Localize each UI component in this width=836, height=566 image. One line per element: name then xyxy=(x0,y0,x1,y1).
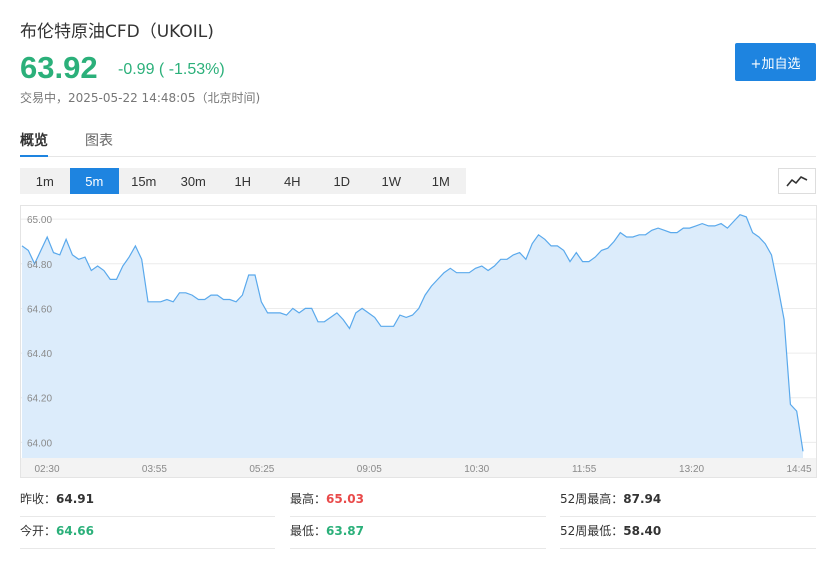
stat-value: 64.91 xyxy=(56,492,94,506)
instrument-title: 布伦特原油CFD（UKOIL) xyxy=(20,22,214,42)
period-5m[interactable]: 5m xyxy=(69,168,119,194)
stat-label: 昨收： xyxy=(20,492,57,506)
period-selector: 1m 5m 15m 30m 1H 4H 1D 1W 1M xyxy=(20,168,466,194)
y-tick-label: 64.40 xyxy=(27,349,52,360)
price-chart[interactable]: 65.00 64.80 64.60 64.40 64.20 64.00 02:30 03:55… xyxy=(20,205,817,478)
stat-prev-close: 昨收：64.91 xyxy=(20,485,275,517)
stat-value: 58.40 xyxy=(623,524,662,538)
stat-value: 64.66 xyxy=(56,524,94,538)
stat-52w-low: 52周最低：58.40 xyxy=(560,517,816,549)
stat-label: 今开： xyxy=(20,524,57,538)
stat-label: 52周最高： xyxy=(560,492,624,506)
period-30m[interactable]: 30m xyxy=(169,168,219,194)
period-15m[interactable]: 15m xyxy=(119,168,169,194)
y-tick-label: 65.00 xyxy=(27,215,52,226)
period-1m[interactable]: 1m xyxy=(20,168,70,194)
tab-chart[interactable]: 图表 xyxy=(85,130,113,157)
add-to-watchlist-button[interactable]: +加自选 xyxy=(735,43,816,81)
x-tick-label: 09:05 xyxy=(357,464,382,475)
stat-value: 63.87 xyxy=(326,524,364,538)
tab-overview[interactable]: 概览 xyxy=(20,130,48,157)
chart-type-button[interactable] xyxy=(778,168,816,194)
current-price: 63.92 xyxy=(20,50,98,85)
x-tick-label: 10:30 xyxy=(464,464,489,475)
period-1d[interactable]: 1D xyxy=(317,168,367,194)
x-tick-label: 14:45 xyxy=(786,464,811,475)
stat-value: 65.03 xyxy=(326,492,364,506)
y-tick-label: 64.20 xyxy=(27,394,52,405)
y-tick-label: 64.80 xyxy=(27,260,52,271)
price-chart-svg: 65.00 64.80 64.60 64.40 64.20 64.00 02:30 03:55… xyxy=(21,214,816,477)
y-tick-label: 64.00 xyxy=(27,438,52,449)
period-1w[interactable]: 1W xyxy=(367,168,417,194)
x-tick-label: 02:30 xyxy=(34,464,59,475)
stat-label: 最高： xyxy=(290,492,327,506)
x-tick-label: 03:55 xyxy=(142,464,167,475)
period-4h[interactable]: 4H xyxy=(268,168,318,194)
period-1h[interactable]: 1H xyxy=(218,168,268,194)
stat-open: 今开：64.66 xyxy=(20,517,275,549)
stat-low: 最低：63.87 xyxy=(290,517,546,549)
stat-value: 87.94 xyxy=(623,492,662,506)
stat-52w-high: 52周最高：87.94 xyxy=(560,485,816,517)
line-chart-icon xyxy=(786,176,808,187)
x-tick-label: 11:55 xyxy=(572,464,597,475)
x-tick-label: 13:20 xyxy=(679,464,704,475)
trading-status: 交易中，2025-05-22 14:48:05（北京时间) xyxy=(20,91,261,105)
price-change: -0.99 ( -1.53%) xyxy=(118,61,225,78)
x-tick-label: 05:25 xyxy=(249,464,274,475)
stat-label: 最低： xyxy=(290,524,327,538)
stat-high: 最高：65.03 xyxy=(290,485,546,517)
stat-label: 52周最低： xyxy=(560,524,624,538)
period-1mo[interactable]: 1M xyxy=(416,168,466,194)
price-area xyxy=(22,214,803,458)
view-tabs: 概览 图表 xyxy=(20,130,816,157)
y-tick-label: 64.60 xyxy=(27,304,52,315)
